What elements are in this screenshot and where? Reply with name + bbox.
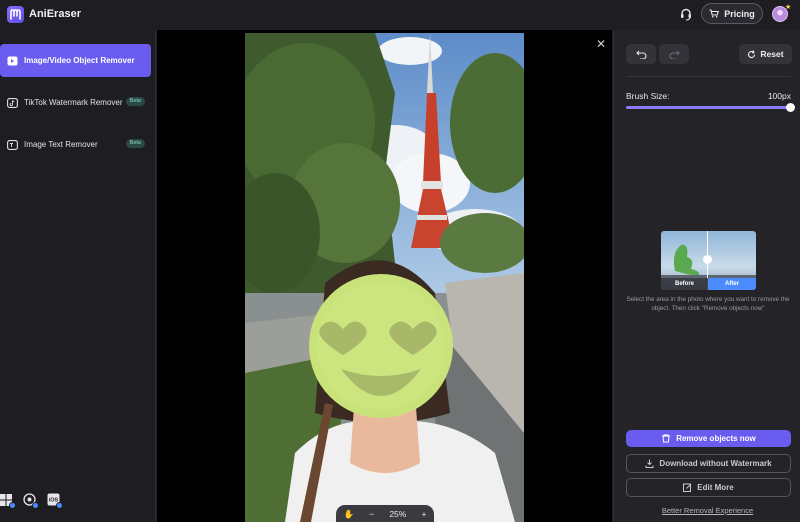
close-icon[interactable]: ✕	[595, 38, 607, 50]
pricing-button[interactable]: Pricing	[701, 3, 763, 24]
brush-size-value: 100px	[767, 91, 791, 101]
app-logo-icon	[7, 6, 24, 23]
top-bar: AniEraser Pricing ★	[0, 0, 800, 30]
platform-links: iOS	[0, 493, 70, 513]
remove-objects-button[interactable]: Remove objects now	[626, 430, 791, 447]
beta-badge: Beta	[125, 139, 145, 148]
undo-icon	[635, 50, 646, 59]
windows-icon[interactable]	[0, 493, 16, 509]
brush-size-slider[interactable]	[626, 106, 792, 109]
eraser-icon	[662, 434, 671, 443]
edited-photo[interactable]	[245, 33, 524, 522]
reset-label: Reset	[760, 49, 784, 59]
zoom-in-button[interactable]: +	[421, 509, 426, 519]
after-label: After	[708, 278, 756, 290]
brush-size-slider-thumb[interactable]	[786, 103, 795, 112]
edit-icon	[683, 483, 692, 492]
zoom-out-button[interactable]: −	[369, 509, 374, 519]
remove-objects-label: Remove objects now	[676, 434, 756, 443]
ios-icon[interactable]: iOS	[47, 493, 63, 509]
brush-size-label: Brush Size:	[626, 91, 670, 101]
sidebar: Image/Video Object Remover TikTok Waterm…	[0, 30, 156, 522]
sidebar-item-label: Image Text Remover	[24, 140, 98, 149]
right-panel: Reset Brush Size: 100px Before After Sel…	[613, 30, 800, 522]
before-after-preview: Before After	[661, 231, 756, 290]
mac-icon[interactable]	[23, 493, 39, 509]
before-label: Before	[661, 278, 708, 290]
download-label: Download without Watermark	[659, 459, 772, 468]
app-name: AniEraser	[29, 8, 81, 20]
download-icon	[645, 459, 654, 468]
edit-more-button[interactable]: Edit More	[626, 478, 791, 497]
crown-icon: ★	[785, 4, 792, 11]
redo-icon	[669, 50, 680, 59]
image-text-icon	[7, 139, 18, 150]
zoom-controls: ✋ − 25% +	[336, 505, 434, 522]
divider	[626, 76, 791, 77]
beta-badge: Beta	[125, 97, 145, 106]
tiktok-icon	[7, 97, 18, 108]
reset-icon	[748, 49, 756, 58]
app-window: AniEraser Pricing ★ Image/Video Object R…	[0, 0, 800, 522]
zoom-level: 25%	[389, 509, 407, 519]
download-button[interactable]: Download without Watermark	[626, 454, 791, 473]
cart-icon	[709, 9, 720, 18]
redo-button[interactable]	[659, 44, 689, 64]
support-icon[interactable]	[677, 5, 695, 23]
undo-button[interactable]	[626, 44, 656, 64]
edit-more-label: Edit More	[697, 483, 734, 492]
video-icon	[7, 56, 18, 65]
pricing-label: Pricing	[724, 8, 755, 19]
instruction-text: Select the area in the photo where you w…	[626, 296, 790, 312]
sidebar-item-object-remover[interactable]: Image/Video Object Remover	[0, 44, 151, 77]
sidebar-item-label: Image/Video Object Remover	[24, 56, 135, 65]
sidebar-item-label: TikTok Watermark Remover	[24, 98, 123, 107]
sidebar-item-text-remover[interactable]: Image Text Remover Beta	[0, 128, 151, 161]
better-removal-link[interactable]: Better Removal Experience	[614, 506, 800, 515]
hand-tool-icon[interactable]: ✋	[344, 509, 355, 520]
sidebar-item-tiktok-watermark[interactable]: TikTok Watermark Remover Beta	[0, 86, 151, 119]
reset-button[interactable]: Reset	[739, 44, 792, 64]
compare-handle	[703, 255, 712, 264]
